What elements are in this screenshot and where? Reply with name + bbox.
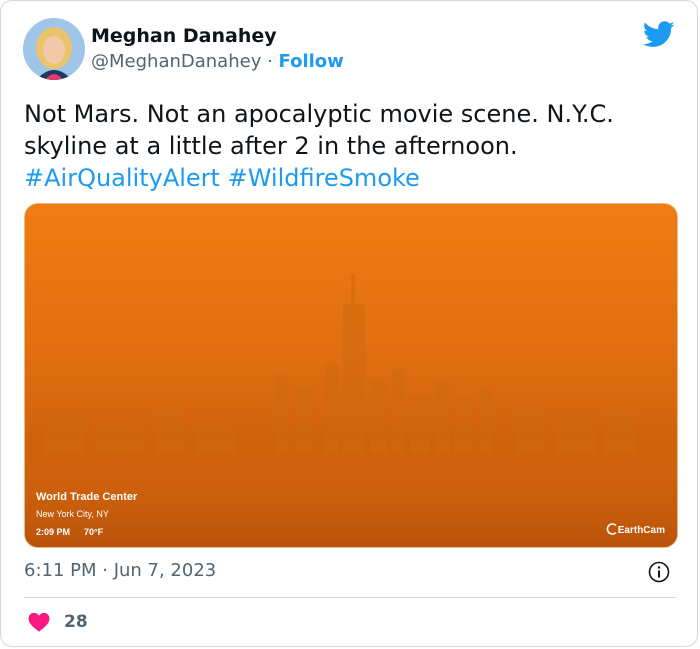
author-name[interactable]: Meghan Danahey — [91, 25, 277, 47]
tweet-text: Not Mars. Not an apocalyptic movie scene… — [24, 98, 674, 194]
author-handle-row: @MeghanDanahey · Follow — [91, 51, 344, 72]
heart-icon — [28, 612, 50, 632]
cam-time-row: 2:09 PM 70°F — [36, 527, 137, 537]
webcam-caption: World Trade Center New York City, NY 2:0… — [36, 491, 137, 537]
avatar[interactable] — [23, 18, 85, 80]
like-count: 28 — [64, 612, 88, 632]
earthcam-label: EarthCam — [617, 525, 665, 536]
tweet-timestamp[interactable]: 6:11 PM · Jun 7, 2023 — [24, 560, 216, 581]
hashtag-wildfire-smoke[interactable]: #WildfireSmoke — [228, 164, 420, 192]
tweet-body: Not Mars. Not an apocalyptic movie scene… — [24, 100, 614, 160]
follow-button[interactable]: Follow — [279, 51, 344, 72]
divider — [24, 597, 676, 598]
avatar-image — [23, 18, 85, 80]
cam-time: 2:09 PM — [36, 527, 71, 537]
cam-city: New York City, NY — [36, 509, 109, 519]
author-handle[interactable]: @MeghanDanahey — [91, 51, 261, 72]
earthcam-watermark: EarthCam — [606, 523, 665, 536]
info-icon[interactable] — [648, 561, 670, 583]
separator: · — [261, 51, 279, 72]
tweet-media-image[interactable]: World Trade Center New York City, NY 2:0… — [24, 203, 678, 548]
hashtag-row: #AirQualityAlert #WildfireSmoke — [24, 162, 674, 194]
cam-location: World Trade Center — [36, 491, 138, 503]
hashtag-air-quality-alert[interactable]: #AirQualityAlert — [24, 164, 220, 192]
cam-temperature: 70°F — [84, 527, 104, 537]
twitter-bird-icon[interactable] — [643, 21, 675, 48]
like-button[interactable]: 28 — [28, 612, 88, 632]
tweet-card: Meghan Danahey @MeghanDanahey · Follow N… — [0, 0, 698, 647]
earthcam-logo-icon — [606, 523, 617, 535]
